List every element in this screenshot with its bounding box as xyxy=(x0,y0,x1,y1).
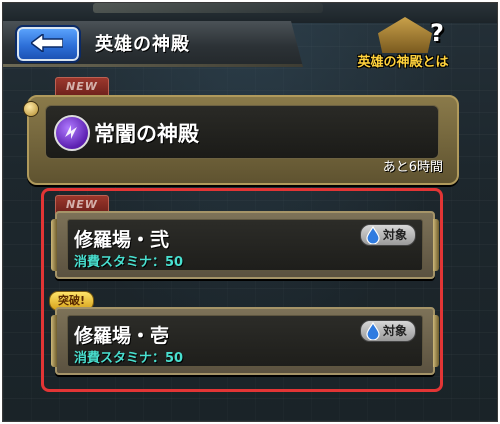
stage-title: 修羅場・弐 xyxy=(74,229,170,251)
water-drop-icon xyxy=(366,322,380,340)
dark-element-icon xyxy=(54,115,90,151)
page-title: 英雄の神殿 xyxy=(95,34,190,55)
back-arrow-icon xyxy=(31,34,63,52)
target-label: 対象 xyxy=(382,228,407,242)
question-mark-icon: ? xyxy=(430,19,444,47)
stage-panel: 修羅場・壱 消費スタミナ：50 対象 xyxy=(67,315,423,367)
water-drop-icon xyxy=(366,226,380,244)
temple-help-button[interactable]: ? 英雄の神殿とは xyxy=(338,17,468,71)
stamina-cost: 消費スタミナ：50 xyxy=(74,351,184,366)
temple-banner-jokyami[interactable]: 常闇の神殿 あと6時間 xyxy=(23,95,459,185)
stamina-cost: 消費スタミナ：50 xyxy=(74,255,184,270)
temple-name: 常闇の神殿 xyxy=(94,122,199,146)
stage-title: 修羅場・壱 xyxy=(74,325,170,347)
temple-icon xyxy=(378,17,432,53)
new-tag: NEW xyxy=(55,77,109,97)
help-label: 英雄の神殿とは xyxy=(357,55,449,70)
target-label: 対象 xyxy=(382,324,407,338)
stage-card-shuraba-2[interactable]: 修羅場・弐 消費スタミナ：50 対象 xyxy=(51,211,439,279)
time-remaining: あと6時間 xyxy=(382,160,443,175)
game-screen: 英雄の神殿 ? 英雄の神殿とは NEW 常闇の神殿 あと6時間 NEW 修羅場・… xyxy=(2,2,498,422)
faded-banner-remnant xyxy=(93,3,323,13)
stage-panel: 修羅場・弐 消費スタミナ：50 対象 xyxy=(67,219,423,271)
stage-card-shuraba-1[interactable]: 修羅場・壱 消費スタミナ：50 対象 xyxy=(51,307,439,375)
target-badge: 対象 xyxy=(359,224,416,246)
banner-panel: 常闇の神殿 xyxy=(45,105,439,159)
banner-knob xyxy=(23,101,39,117)
back-button[interactable] xyxy=(15,25,81,63)
target-badge: 対象 xyxy=(359,320,416,342)
